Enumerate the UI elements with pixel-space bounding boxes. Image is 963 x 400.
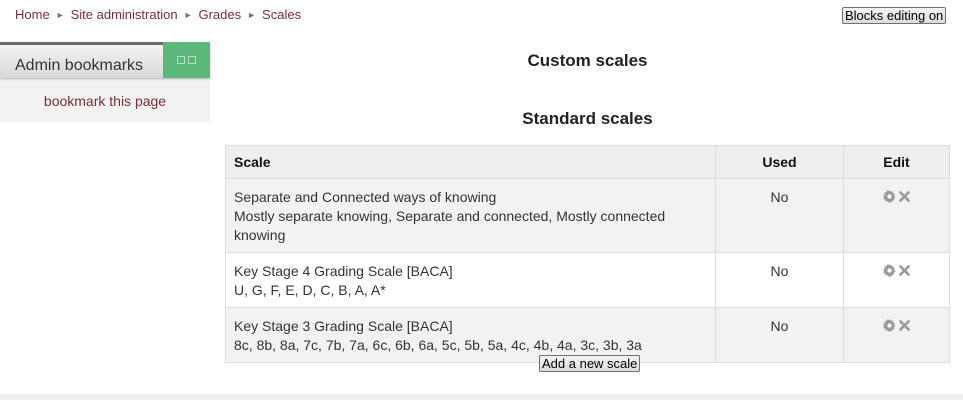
block-header: Admin bookmarks [0, 42, 210, 78]
table-row: Key Stage 4 Grading Scale [BACA] U, G, F… [225, 252, 950, 308]
bookmark-this-page-link[interactable]: bookmark this page [44, 93, 166, 109]
column-header-edit: Edit [843, 145, 950, 179]
column-header-used: Used [715, 145, 844, 179]
scale-items: 8c, 8b, 8a, 7c, 7b, 7a, 6c, 6b, 6a, 5c, … [234, 337, 642, 353]
move-block-icon[interactable] [188, 56, 196, 64]
breadcrumb-separator-icon: ► [183, 9, 193, 20]
admin-bookmarks-block: Admin bookmarks bookmark this page [0, 42, 210, 122]
used-cell: No [715, 307, 844, 363]
breadcrumb-grades[interactable]: Grades [198, 7, 241, 22]
delete-icon[interactable] [898, 319, 911, 332]
breadcrumb-home[interactable]: Home [15, 7, 50, 22]
scale-items: U, G, F, E, D, C, B, A, A* [234, 282, 386, 298]
breadcrumb-separator-icon: ► [55, 9, 65, 20]
scale-name: Key Stage 4 Grading Scale [BACA] [234, 263, 453, 279]
block-title: Admin bookmarks [15, 57, 144, 74]
scale-name: Separate and Connected ways of knowing [234, 189, 497, 205]
block-body: bookmark this page [0, 78, 210, 122]
standard-scales-table: Scale Used Edit Separate and Connected w… [225, 145, 950, 363]
custom-scales-heading: Custom scales [527, 51, 648, 70]
settings-icon[interactable] [882, 264, 896, 277]
settings-icon[interactable] [882, 190, 896, 203]
table-header-row: Scale Used Edit [225, 145, 950, 179]
add-new-scale-button[interactable]: Add a new scale [539, 355, 641, 372]
scale-name: Key Stage 3 Grading Scale [BACA] [234, 318, 453, 334]
standard-scales-heading: Standard scales [522, 109, 653, 128]
scale-cell: Separate and Connected ways of knowing M… [225, 178, 716, 253]
breadcrumb: Home ► Site administration ► Grades ► Sc… [15, 7, 301, 22]
breadcrumb-site-administration[interactable]: Site administration [71, 7, 178, 22]
scale-items: Mostly separate knowing, Separate and co… [234, 208, 666, 243]
delete-icon[interactable] [898, 264, 911, 277]
settings-icon[interactable] [882, 319, 896, 332]
scale-cell: Key Stage 3 Grading Scale [BACA] 8c, 8b,… [225, 307, 716, 363]
footer-divider [0, 394, 963, 400]
table-row: Separate and Connected ways of knowing M… [225, 178, 950, 253]
delete-icon[interactable] [898, 190, 911, 203]
column-header-scale: Scale [225, 145, 716, 179]
hide-block-icon[interactable] [177, 56, 185, 64]
breadcrumb-scales[interactable]: Scales [262, 7, 301, 22]
edit-cell [843, 307, 950, 363]
used-cell: No [715, 178, 844, 253]
scale-cell: Key Stage 4 Grading Scale [BACA] U, G, F… [225, 252, 716, 308]
breadcrumb-separator-icon: ► [247, 9, 257, 20]
edit-cell [843, 178, 950, 253]
edit-cell [843, 252, 950, 308]
used-cell: No [715, 252, 844, 308]
blocks-editing-button[interactable]: Blocks editing on [842, 7, 947, 24]
block-controls [163, 42, 210, 78]
